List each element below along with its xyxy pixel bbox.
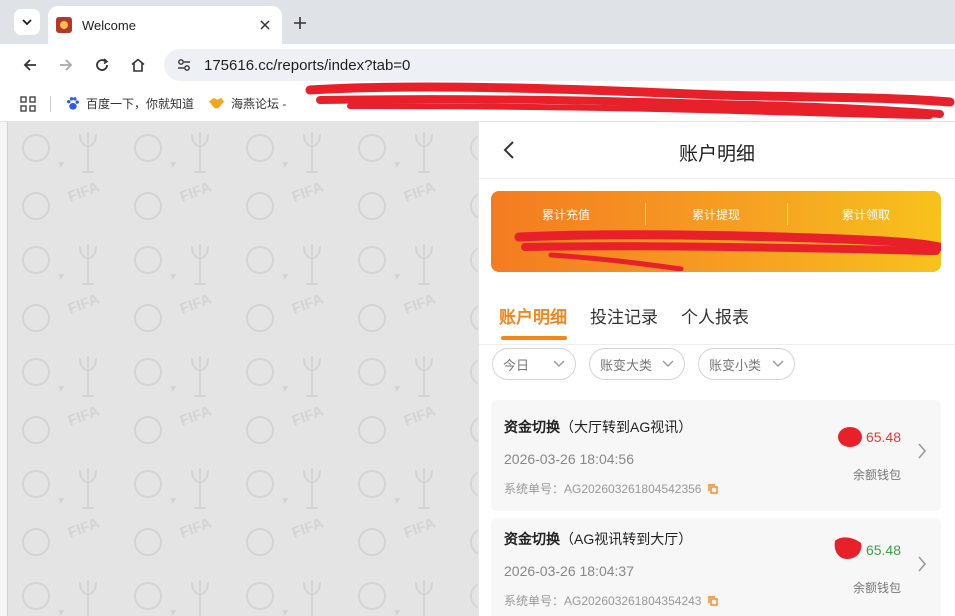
summary-total-claim: 累计领取 [791,191,941,272]
tab-close-button[interactable] [256,16,274,34]
chevron-down-icon [553,360,565,367]
browser-tabstrip: Welcome [0,0,955,44]
bookmark-haiyan[interactable]: 海燕论坛 - [208,95,286,112]
order-number-text: 系统单号：AG202603261804354243 [504,594,702,608]
summary-total-deposit: 累计充值 [491,191,641,272]
redaction-scribble-amount [838,427,862,447]
page-left-strip [0,122,8,616]
summary-total-withdraw: 累计提现 [641,191,791,272]
reload-button[interactable] [90,53,114,77]
bookmark-label: 百度一下，你就知道 [86,97,195,111]
filter-subcategory-select[interactable]: 账变小类 [698,348,795,380]
handshake-icon [209,97,225,109]
arrow-left-icon [23,59,36,71]
chevron-down-icon [22,19,32,26]
bookmarks-separator [50,95,51,112]
filter-label: 今日 [503,357,530,373]
list-item[interactable]: 资金切换（AG视讯转到大厅） 2026-03-26 18:04:37 系统单号：… [491,518,941,616]
bookmark-baidu[interactable]: 百度一下，你就知道 [65,95,194,112]
summary-card: 累计充值 累计提现 累计领取 [491,191,941,272]
address-url: 175616.cc/reports/index?tab=0 [204,56,411,74]
filter-label: 账变大类 [600,357,653,373]
active-tab-indicator [501,336,567,340]
site-favicon-icon [56,17,72,33]
close-icon [260,20,270,30]
order-number-text: 系统单号：AG202603261804542356 [504,482,702,496]
record-amount: 65.48 [865,429,901,445]
bookmark-label: 海燕论坛 - [231,97,287,111]
list-item[interactable]: 资金切换（大厅转到AG视讯） 2026-03-26 18:04:56 系统单号：… [491,400,941,511]
copy-icon[interactable] [708,483,719,494]
fifa-trophy-pattern-icon: FIFA [8,122,478,616]
chevron-down-icon [662,360,674,367]
new-tab-button[interactable] [288,11,312,35]
tab-personal-report[interactable]: 个人报表 [681,303,749,328]
copy-icon[interactable] [708,595,719,606]
bookmarks-bar: 百度一下，你就知道 海燕论坛 - [0,86,955,122]
record-title: 资金切换（AG视讯转到大厅） [504,529,692,549]
record-time: 2026-03-26 18:04:56 [504,451,634,467]
record-detail: （AG视讯转到大厅） [560,531,693,547]
summary-label: 累计充值 [541,208,590,222]
browser-tab[interactable]: Welcome [48,6,282,44]
apps-grid-icon[interactable] [20,95,36,112]
address-bar[interactable]: 175616.cc/reports/index?tab=0 [164,49,955,81]
summary-label: 累计领取 [841,208,890,222]
tab-bet-records[interactable]: 投注记录 [590,303,658,328]
tab-search-button[interactable] [14,9,40,35]
record-type: 资金切换 [504,531,560,547]
summary-label: 累计提现 [691,208,740,222]
record-type: 资金切换 [504,419,560,435]
record-wallet: 余额钱包 [852,468,901,482]
forward-button[interactable] [54,53,78,77]
chevron-right-icon [918,443,927,459]
plus-icon [294,17,306,29]
account-details-panel: 账户明细 累计充值 累计提现 累计领取 账户明细 投注记录 个人报表 今日 账变… [478,122,955,616]
filter-bar: 今日 账变大类 账变小类 [479,348,955,384]
chevron-right-icon [918,556,927,572]
record-time: 2026-03-26 18:04:37 [504,563,634,579]
filter-date-select[interactable]: 今日 [492,348,576,380]
page-title: 账户明细 [678,144,755,165]
baidu-paw-icon [67,97,79,110]
record-wallet: 余额钱包 [852,581,901,595]
record-amount: 65.48 [865,542,901,558]
summary-divider [787,203,788,225]
back-button[interactable] [18,53,42,77]
record-order-number: 系统单号：AG202603261804542356 [504,480,719,497]
arrow-right-icon [60,59,73,71]
record-tabs: 账户明细 投注记录 个人报表 [479,297,955,345]
filter-label: 账变小类 [709,357,762,373]
record-order-number: 系统单号：AG202603261804354243 [504,592,719,609]
home-icon [131,58,145,72]
redaction-scribble-amount [834,537,862,559]
panel-header: 账户明细 [479,122,955,179]
tab-title: Welcome [82,17,136,33]
record-title: 资金切换（大厅转到AG视讯） [504,417,692,437]
fifa-pattern-background: FIFA [8,122,478,616]
home-button[interactable] [126,53,150,77]
tab-account-details[interactable]: 账户明细 [499,303,567,328]
site-settings-icon[interactable] [176,57,192,73]
chevron-down-icon [772,360,784,367]
browser-toolbar: 175616.cc/reports/index?tab=0 [0,44,955,86]
reload-icon [96,58,109,71]
record-detail: （大厅转到AG视讯） [560,419,693,435]
filter-category-select[interactable]: 账变大类 [589,348,685,380]
